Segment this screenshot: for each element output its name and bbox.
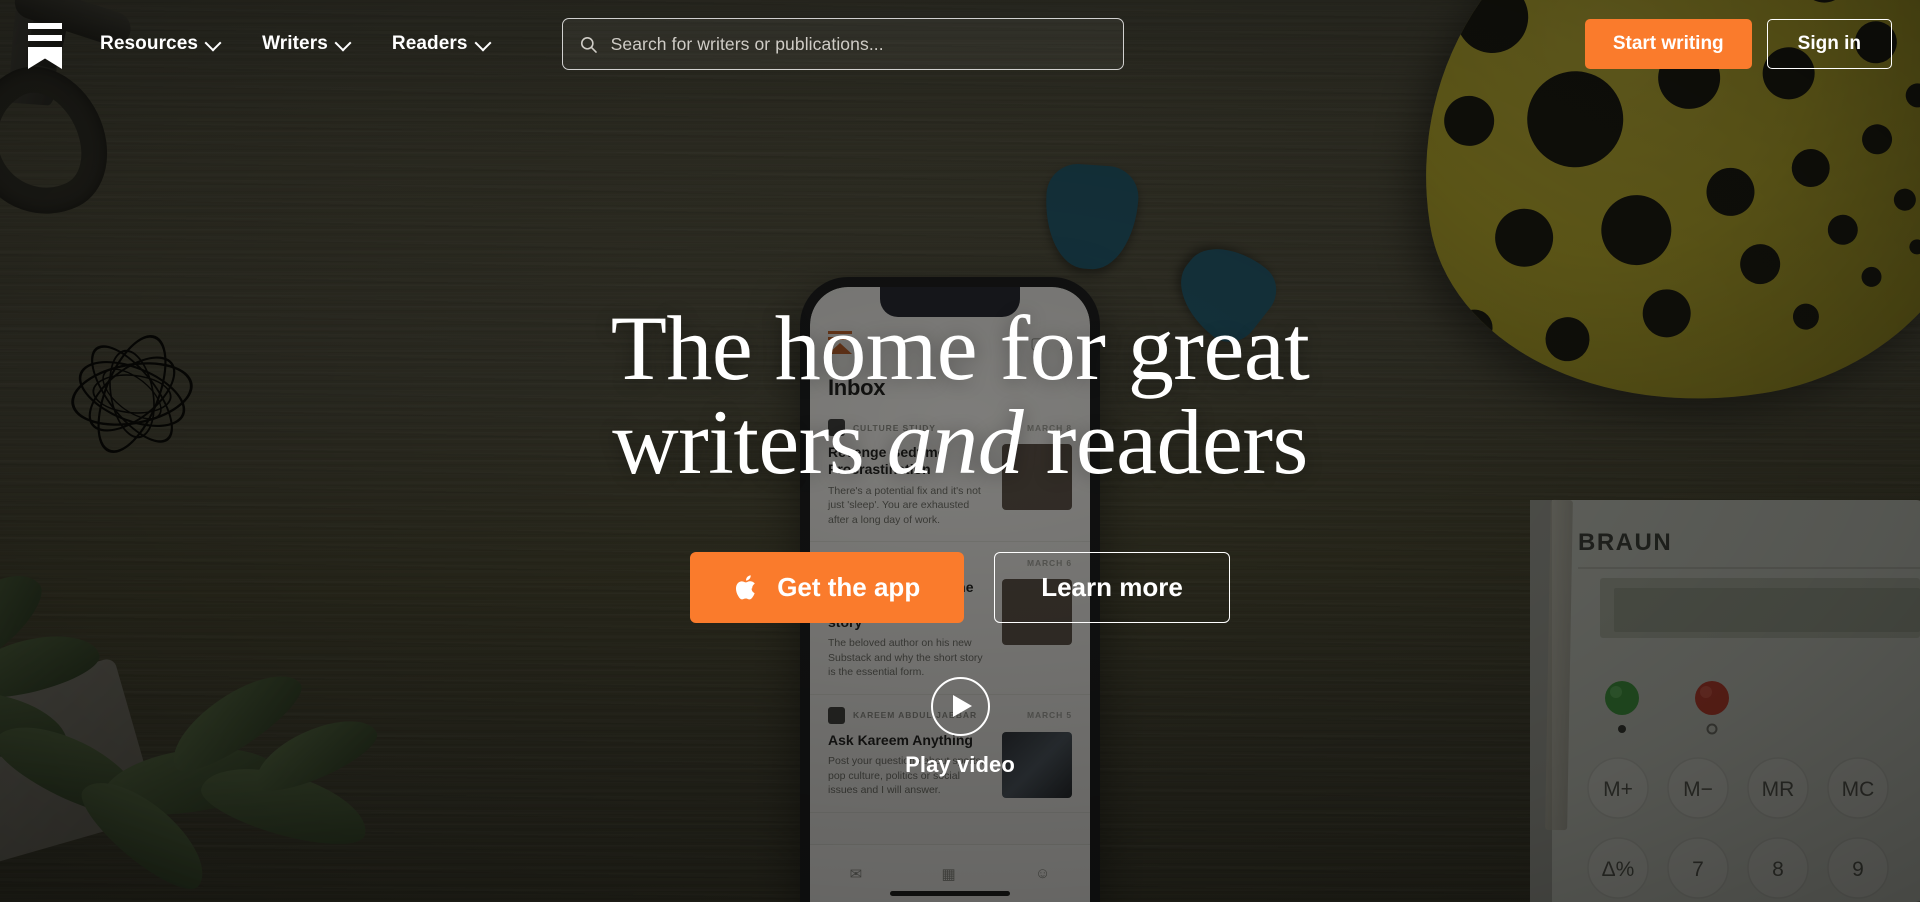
page-title: The home for great writers and readers [610,297,1310,490]
nav-item-label: Readers [391,33,468,54]
nav-item-resources[interactable]: Resources [100,33,220,55]
nav-item-readers[interactable]: Readers [392,33,490,55]
play-triangle-icon [953,695,972,718]
play-video-label: Play video [905,751,1015,777]
chevron-down-icon [207,36,220,49]
headline-line-2-part-a: writers [612,390,887,493]
nav-item-label: Writers [262,33,328,54]
nav-item-writers[interactable]: Writers [262,33,350,55]
headline-line-2-part-b: readers [1023,390,1309,493]
play-video-button[interactable]: Play video [905,676,1015,778]
sign-in-button[interactable]: Sign in [1766,19,1892,69]
search-placeholder: Search for writers or publications... [610,33,884,54]
search-icon [580,36,597,53]
headline-line-1: The home for great [610,297,1310,399]
search-input[interactable]: Search for writers or publications... [561,18,1124,70]
nav-item-label: Resources [100,33,199,54]
chevron-down-icon [337,36,350,49]
play-circle-icon [930,676,990,736]
apple-icon [736,574,755,600]
hero-cta-row: Get the app Learn more [690,551,1230,623]
site-header: Resources Writers Readers Search for wri… [0,0,1920,88]
headline-line-2: writers and readers [611,395,1310,490]
get-the-app-label: Get the app [777,571,921,602]
header-actions: Start writing Sign in [1584,19,1892,69]
chevron-down-icon [477,36,490,49]
start-writing-button[interactable]: Start writing [1584,19,1752,69]
get-the-app-button[interactable]: Get the app [690,551,965,623]
substack-logo-icon[interactable] [28,23,62,69]
headline-emphasis: and [886,390,1024,493]
learn-more-button[interactable]: Learn more [994,551,1230,623]
